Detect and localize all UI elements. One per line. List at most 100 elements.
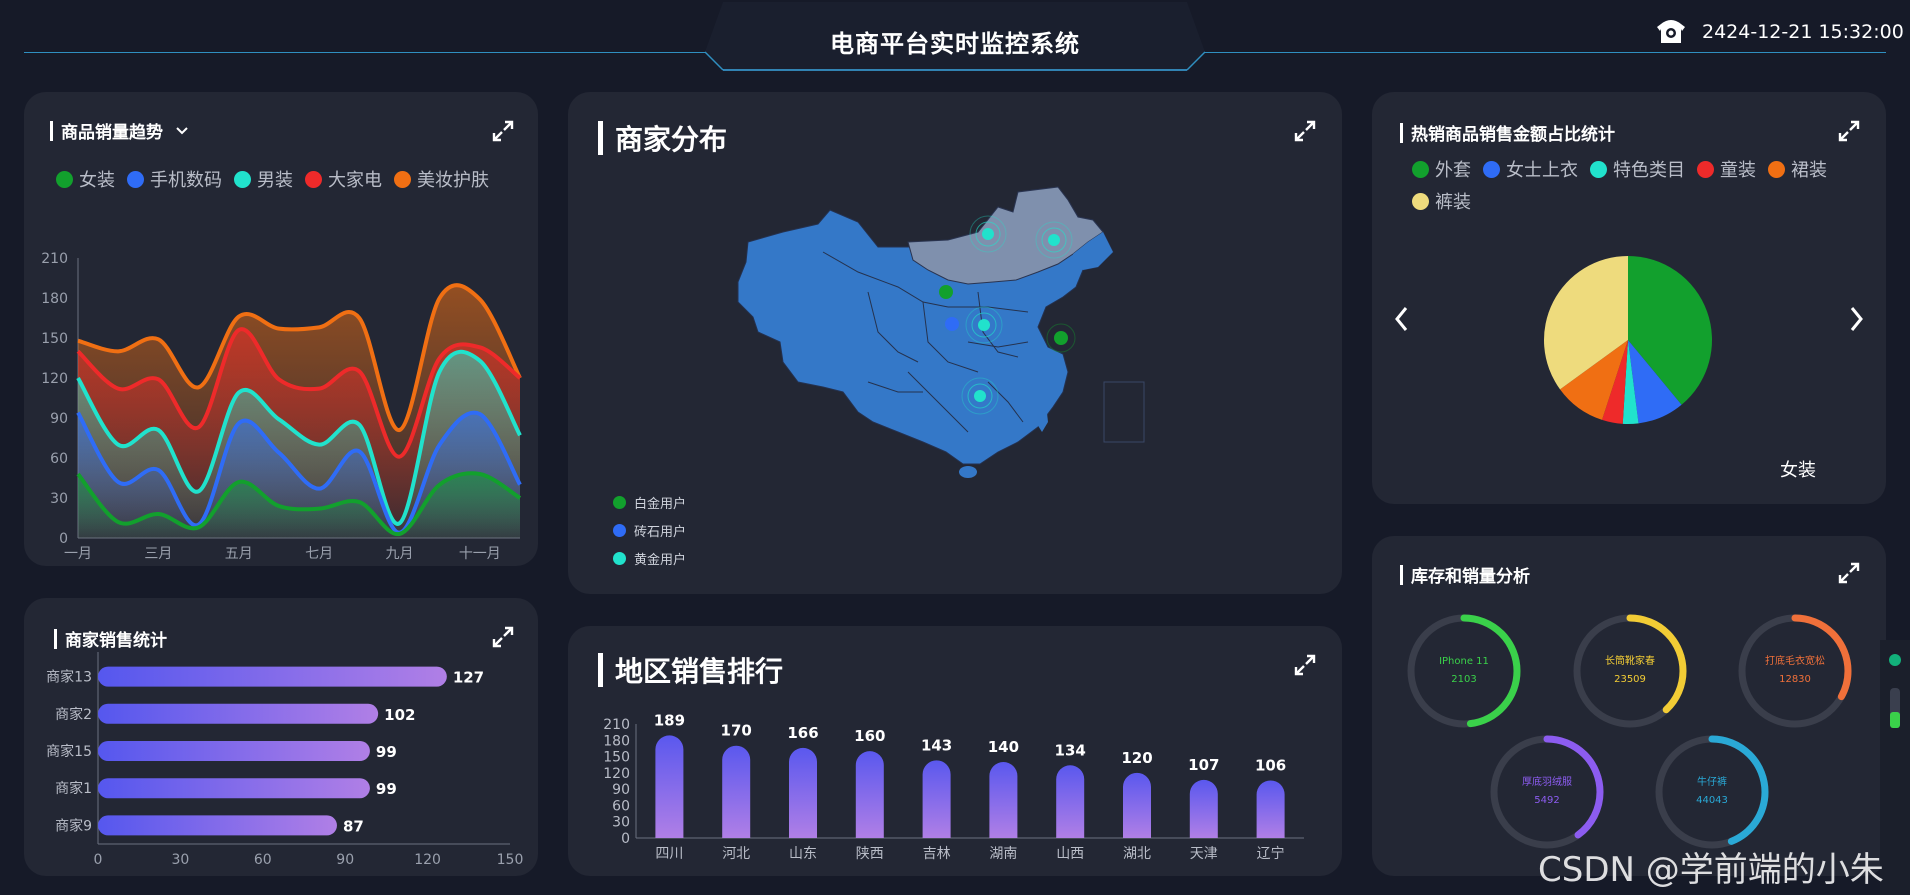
bar-商家2 [98,703,379,724]
bar-山东 [789,747,817,838]
merchant-sales-panel: 商家销售统计 商家13 127 商家2 102 商家15 99 商家1 99 商家9 87 0 30 6… [24,598,538,876]
y-tick-label: 120 [41,371,68,387]
x-tick-label: 一月 [64,546,92,562]
ring-product-name: 厚底羽绒服 [1522,777,1572,788]
bar-商家1 [98,778,370,799]
header-clock: 2424-12-21 15:32:00 [1654,18,1904,46]
system-monitor-widget [1880,640,1910,895]
bar-湖南 [989,762,1018,838]
value-label: 160 [854,727,885,745]
category-label: 辽宁 [1257,845,1285,862]
region-rank-panel: 地区销售排行 0 30 60 90 120 150 180 210 189 四川 170 河北 166 山… [568,626,1342,876]
category-label: 商家15 [46,743,92,760]
legend-label: 白金用户 [634,496,687,512]
bar-四川 [655,735,684,838]
x-tick-label: 十一月 [459,546,501,562]
inventory-title: 库存和销量分析 [1400,562,1530,587]
legend-label: 砖石用户 [634,524,687,540]
legend-label: 黄金用户 [634,552,687,568]
bar-陕西 [855,751,884,838]
inventory-ring: 长筒靴家春 23509 [1570,611,1690,731]
ring-value: 12830 [1779,674,1811,685]
category-label: 商家1 [55,780,92,797]
inventory-ring: IPhone 11 2103 [1404,611,1524,731]
category-label: 山东 [789,846,817,862]
chevron-right-icon[interactable] [1846,304,1866,334]
value-label: 127 [453,669,484,687]
hot-pie-chart [1544,256,1712,425]
x-tick-label: 三月 [144,546,172,562]
trend-chart: 0 30 60 90 120 150 180 210 一月 三月 五月 七月 九月 十一月 [41,251,522,562]
value-label: 99 [376,780,397,798]
x-tick-label: 120 [414,852,441,868]
inventory-ring: 打底毛衣宽松 12830 [1735,611,1855,731]
legend-item[interactable]: 白金用户 [613,488,686,516]
trend-panel: 商品销量趋势 女装 手机数码 男装 大家电 美妆护肤 0 30 60 90 120 150 180 2… [24,92,538,566]
category-label: 河北 [722,846,750,862]
y-tick-label: 0 [621,831,630,847]
inventory-ring: 厚底羽绒服 5492 [1487,732,1607,852]
ring-value: 44043 [1696,795,1728,806]
header-line-left [24,52,714,53]
x-tick-label: 五月 [225,546,253,562]
value-label: 134 [1055,741,1086,759]
header-frame: 电商平台实时监控系统 [705,0,1205,72]
category-label: 天津 [1190,846,1218,862]
ring-value: 23509 [1614,674,1646,685]
category-label: 湖南 [989,846,1017,862]
ring-product-name: IPhone 11 [1439,656,1489,667]
x-tick-label: 九月 [385,546,413,562]
ring-product-name: 牛仔裤 [1697,777,1727,788]
ring-value: 5492 [1534,795,1560,806]
watermark: CSDN @学前端的小朱 [1538,850,1884,890]
y-tick-label: 210 [603,717,630,733]
value-label: 189 [654,711,685,729]
bar-湖北 [1123,772,1151,838]
hot-pie-panel: 热销商品销售金额占比统计 外套 女士上衣 特色类目 童装 裙装 裤装 [1372,92,1886,504]
pie-category-label: 女装 [1780,460,1816,481]
region-rank-chart: 0306090120150180210 189四川170河北166山东160陕西1… [603,711,1304,862]
legend-dot [613,551,626,565]
inventory-ring: 牛仔裤 44043 [1652,732,1772,852]
y-tick-label: 0 [59,531,68,547]
y-tick-label: 60 [50,451,68,467]
category-label: 商家13 [46,669,92,686]
x-tick-label: 90 [336,852,354,868]
value-label: 143 [921,736,952,754]
value-label: 140 [988,738,1019,756]
value-label: 170 [721,722,752,740]
page-title: 电商平台实时监控系统 [830,30,1080,58]
category-label: 商家9 [55,817,92,834]
x-tick-label: 150 [497,852,524,868]
value-label: 120 [1121,749,1152,767]
y-tick-label: 90 [612,782,630,798]
ring-product-name: 长筒靴家春 [1605,656,1655,667]
y-tick-label: 150 [41,331,68,347]
bar-辽宁 [1256,780,1285,838]
x-tick-label: 七月 [305,546,333,562]
y-tick-label: 180 [603,733,630,749]
category-label: 陕西 [856,846,884,862]
chevron-left-icon[interactable] [1392,304,1412,334]
y-tick-label: 30 [612,815,630,831]
bar-吉林 [922,760,951,838]
x-tick-label: 30 [171,852,189,868]
bar-山西 [1056,765,1085,838]
x-tick-label: 0 [94,852,103,868]
category-label: 吉林 [923,846,951,862]
header-line-right [1196,52,1886,53]
ring-product-name: 打底毛衣宽松 [1765,656,1825,667]
category-label: 四川 [655,846,683,862]
value-label: 166 [787,724,818,742]
legend-item[interactable]: 砖石用户 [613,516,686,544]
datetime-text: 2424-12-21 15:32:00 [1702,21,1904,43]
category-label: 湖北 [1123,846,1151,862]
y-tick-label: 90 [50,411,68,427]
y-tick-label: 210 [41,251,68,267]
category-label: 山西 [1056,846,1084,862]
legend-item[interactable]: 黄金用户 [613,544,686,572]
ring-value: 2103 [1451,674,1477,685]
y-tick-label: 150 [603,750,630,766]
expand-icon[interactable] [1838,562,1860,584]
weather-icon [1657,20,1685,43]
